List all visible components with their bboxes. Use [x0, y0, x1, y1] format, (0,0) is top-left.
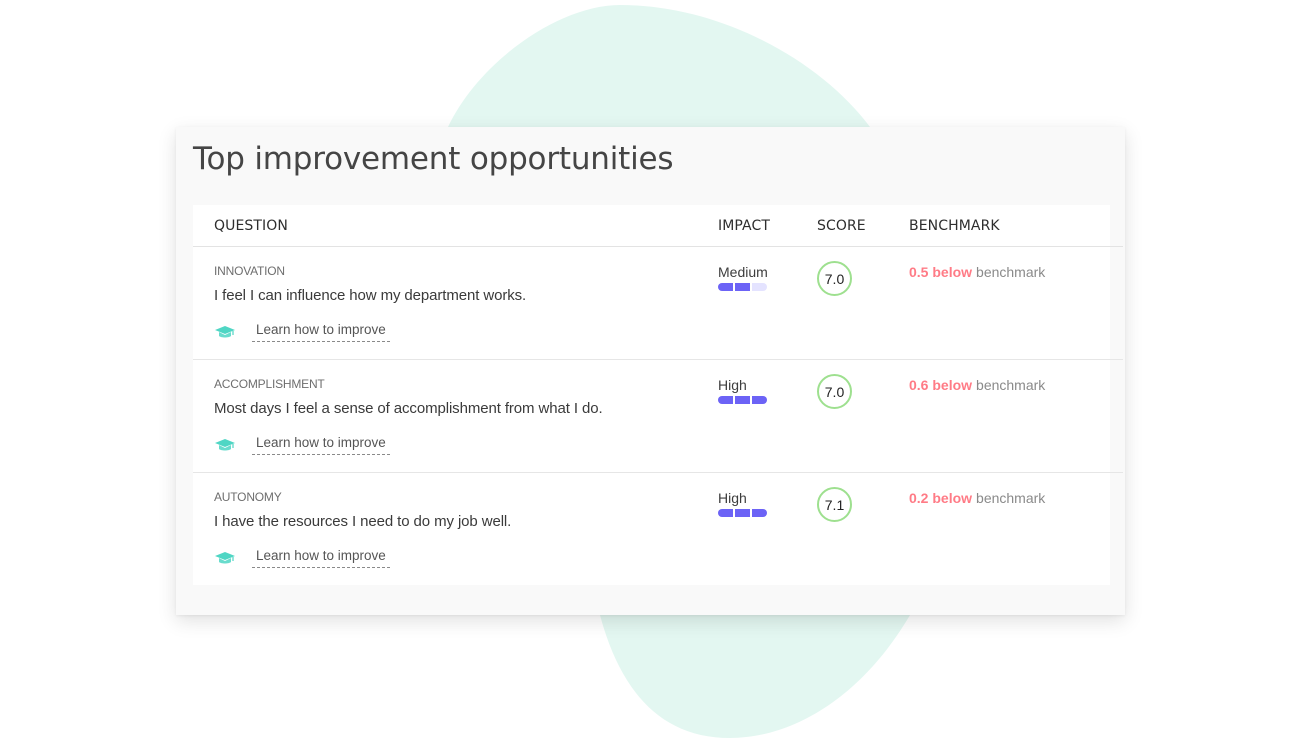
benchmark-comparison: 0.6 below benchmark	[909, 377, 1045, 393]
impact-indicator: High	[718, 377, 767, 404]
impact-label: High	[718, 490, 747, 506]
impact-segment	[718, 509, 733, 517]
learn-link-text[interactable]: Learn how to improve	[252, 435, 390, 455]
graduation-cap-icon	[215, 552, 235, 564]
impact-segment	[718, 396, 733, 404]
question-text: I feel I can influence how my department…	[214, 287, 527, 304]
impact-level-bar	[718, 509, 767, 517]
impact-indicator: High	[718, 490, 767, 517]
learn-how-to-improve-link[interactable]: Learn how to improve	[214, 435, 390, 455]
benchmark-comparison: 0.5 below benchmark	[909, 264, 1045, 280]
benchmark-delta: 0.5 below	[909, 264, 973, 280]
benchmark-delta: 0.2 below	[909, 490, 973, 506]
improvement-opportunities-card: Top improvement opportunities QUESTION I…	[176, 127, 1125, 615]
card-title: Top improvement opportunities	[193, 141, 674, 177]
graduation-cap-icon	[215, 326, 235, 338]
question-text: I have the resources I need to do my job…	[214, 513, 512, 530]
table-header: QUESTION IMPACT SCORE BENCHMARK	[193, 205, 1123, 247]
table-row: ACCOMPLISHMENT Most days I feel a sense …	[193, 360, 1123, 473]
score-badge: 7.1	[817, 487, 852, 522]
impact-level-bar	[718, 283, 768, 291]
opportunities-table: QUESTION IMPACT SCORE BENCHMARK INNOVATI…	[193, 205, 1123, 586]
impact-label: High	[718, 377, 747, 393]
graduation-cap-icon	[215, 439, 235, 451]
column-header-benchmark: BENCHMARK	[909, 218, 1000, 234]
question-category: ACCOMPLISHMENT	[214, 377, 325, 391]
benchmark-label: benchmark	[976, 490, 1046, 506]
score-badge: 7.0	[817, 261, 852, 296]
benchmark-comparison: 0.2 below benchmark	[909, 490, 1045, 506]
impact-segment	[752, 509, 767, 517]
impact-segment	[718, 283, 733, 291]
question-text: Most days I feel a sense of accomplishme…	[214, 400, 603, 417]
learn-link-text[interactable]: Learn how to improve	[252, 322, 390, 342]
benchmark-label: benchmark	[976, 264, 1046, 280]
impact-level-bar	[718, 396, 767, 404]
impact-segment	[752, 396, 767, 404]
impact-label: Medium	[718, 264, 768, 280]
impact-segment	[735, 396, 750, 404]
column-header-score: SCORE	[817, 218, 866, 234]
benchmark-delta: 0.6 below	[909, 377, 973, 393]
impact-indicator: Medium	[718, 264, 768, 291]
learn-how-to-improve-link[interactable]: Learn how to improve	[214, 322, 390, 342]
benchmark-label: benchmark	[976, 377, 1046, 393]
question-category: INNOVATION	[214, 264, 285, 278]
learn-link-text[interactable]: Learn how to improve	[252, 548, 390, 568]
question-category: AUTONOMY	[214, 490, 282, 504]
table-row: INNOVATION I feel I can influence how my…	[193, 247, 1123, 360]
impact-segment	[752, 283, 767, 291]
column-header-impact: IMPACT	[718, 218, 771, 234]
impact-segment	[735, 509, 750, 517]
learn-how-to-improve-link[interactable]: Learn how to improve	[214, 548, 390, 568]
impact-segment	[735, 283, 750, 291]
table-row: AUTONOMY I have the resources I need to …	[193, 473, 1110, 586]
score-badge: 7.0	[817, 374, 852, 409]
column-header-question: QUESTION	[214, 218, 288, 234]
